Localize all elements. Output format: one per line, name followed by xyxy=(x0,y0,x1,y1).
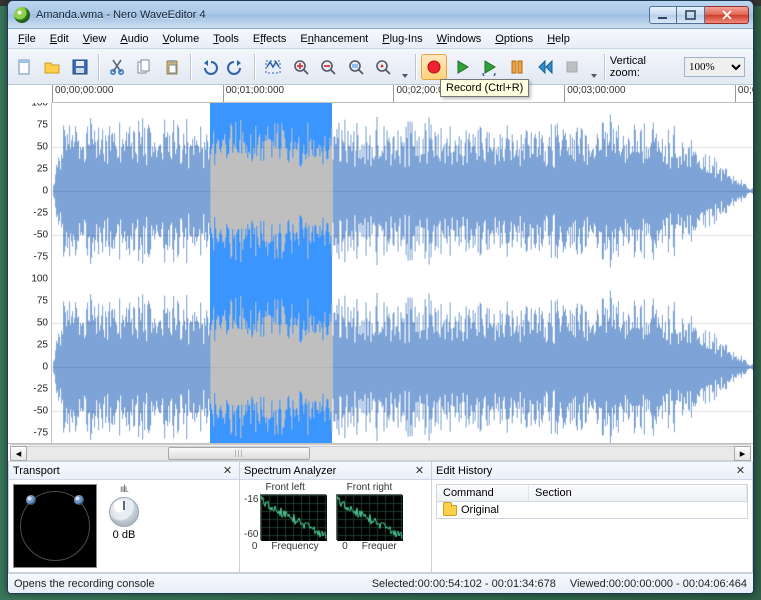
toolbar: Vertical zoom:100%Record (Ctrl+R) xyxy=(8,49,753,85)
pan-right-dot[interactable] xyxy=(74,495,84,505)
menu-file[interactable]: File xyxy=(12,31,42,47)
menu-audio[interactable]: Audio xyxy=(114,31,154,47)
zoom-label: Vertical zoom: xyxy=(610,55,678,79)
folder-icon xyxy=(443,505,457,516)
level-icon: ıılı. xyxy=(120,484,128,495)
panel-close-button[interactable]: ✕ xyxy=(412,463,427,478)
open-button[interactable] xyxy=(40,54,66,80)
window-title: Amanda.wma - Nero WaveEditor 4 xyxy=(36,9,649,21)
select-all-button[interactable] xyxy=(260,54,286,80)
tooltip-record: Record (Ctrl+R) xyxy=(440,79,529,97)
menu-volume[interactable]: Volume xyxy=(157,31,206,47)
zoom-full-dropdown[interactable] xyxy=(398,54,410,80)
time-ruler[interactable]: 00;00;00:00000;01;00:00000;02;00:00000;0… xyxy=(52,85,753,103)
menu-view[interactable]: View xyxy=(77,31,113,47)
col-section[interactable]: Section xyxy=(529,485,747,501)
close-button[interactable] xyxy=(705,6,749,24)
stop-dropdown[interactable] xyxy=(587,54,599,80)
zoom-in-button[interactable] xyxy=(288,54,314,80)
status-selected: Selected:00:00:54:102 - 00:01:34:678 xyxy=(372,578,556,590)
time-tick: 00;04;0 xyxy=(735,85,754,102)
history-row[interactable]: Original xyxy=(437,502,747,518)
time-tick: 00;00;00:000 xyxy=(52,85,113,102)
gain-label: 0 dB xyxy=(113,529,136,541)
menu-tools[interactable]: Tools xyxy=(207,31,245,47)
pan-left-dot[interactable] xyxy=(26,495,36,505)
status-hint: Opens the recording console xyxy=(14,578,155,590)
play-loop-button[interactable] xyxy=(476,54,502,80)
title-file: Amanda.wma xyxy=(36,9,103,21)
new-button[interactable] xyxy=(12,54,38,80)
menu-effects[interactable]: Effects xyxy=(247,31,292,47)
paste-button[interactable] xyxy=(159,54,185,80)
bottom-panels: Transport ✕ ıılı. 0 dB Spectrum Analyzer xyxy=(8,461,753,573)
titlebar[interactable]: Amanda.wma - Nero WaveEditor 4 xyxy=(8,1,753,29)
workarea: 00;00;00:00000;01;00:00000;02;00:00000;0… xyxy=(8,85,753,461)
app-icon xyxy=(14,7,30,23)
redo-button[interactable] xyxy=(223,54,249,80)
status-viewed: Viewed:00:00:00:000 - 00:04:06:464 xyxy=(570,578,747,590)
panel-spectrum: Spectrum Analyzer ✕ Front left -16 -60 0 xyxy=(240,462,432,573)
menu-options[interactable]: Options xyxy=(489,31,539,47)
menu-windows[interactable]: Windows xyxy=(431,31,488,47)
scroll-thumb[interactable] xyxy=(168,447,309,460)
zoom-full-button[interactable] xyxy=(371,54,397,80)
title-app: Nero WaveEditor 4 xyxy=(113,9,206,21)
panel-title: Spectrum Analyzer xyxy=(244,465,412,477)
scroll-left-button[interactable]: ◂ xyxy=(10,446,27,461)
menubar[interactable]: FileEditViewAudioVolumeToolsEffectsEnhan… xyxy=(8,29,753,49)
app-window: Amanda.wma - Nero WaveEditor 4 FileEditV… xyxy=(7,0,754,594)
spectrum-plot-left xyxy=(260,494,326,540)
menu-enhancement[interactable]: Enhancement xyxy=(294,31,374,47)
panel-edit-history: Edit History ✕ Command Section Original xyxy=(432,462,753,573)
panel-title: Transport xyxy=(13,465,220,477)
scroll-track[interactable] xyxy=(27,446,734,461)
gain-knob[interactable] xyxy=(109,497,139,527)
statusbar: Opens the recording console Selected:00:… xyxy=(8,573,753,593)
panel-close-button[interactable]: ✕ xyxy=(220,463,235,478)
col-command[interactable]: Command xyxy=(437,485,529,501)
scroll-right-button[interactable]: ▸ xyxy=(734,446,751,461)
panel-transport: Transport ✕ ıılı. 0 dB xyxy=(8,462,240,573)
save-button[interactable] xyxy=(67,54,93,80)
cut-button[interactable] xyxy=(104,54,130,80)
play-button[interactable] xyxy=(449,54,475,80)
menu-plug-ins[interactable]: Plug-Ins xyxy=(376,31,428,47)
spectrum-left-label: Front left xyxy=(265,482,304,493)
zoom-select[interactable]: 100% xyxy=(684,57,745,77)
horizontal-scrollbar[interactable]: ◂ ▸ xyxy=(10,444,751,461)
vertical-zoom-control: Vertical zoom: 100% xyxy=(610,55,749,79)
panel-title: Edit History xyxy=(436,465,733,477)
time-tick: 00;03;00:000 xyxy=(564,85,625,102)
amplitude-gutter: 1007550250-25-50-751007550250-25-50-75 xyxy=(8,103,52,443)
record-button[interactable] xyxy=(421,54,447,80)
zoom-out-button[interactable] xyxy=(315,54,341,80)
spectrum-right-label: Front right xyxy=(347,482,393,493)
time-tick: 00;01;00:000 xyxy=(223,85,284,102)
panel-close-button[interactable]: ✕ xyxy=(733,463,748,478)
minimize-button[interactable] xyxy=(649,6,677,24)
rewind-button[interactable] xyxy=(532,54,558,80)
window-buttons xyxy=(649,6,749,24)
menu-edit[interactable]: Edit xyxy=(44,31,75,47)
history-command: Original xyxy=(461,504,499,516)
maximize-button[interactable] xyxy=(677,6,705,24)
pause-button[interactable] xyxy=(504,54,530,80)
history-header[interactable]: Command Section xyxy=(437,485,747,502)
waveform-view[interactable]: 1007550250-25-50-751007550250-25-50-75 xyxy=(8,103,753,444)
undo-button[interactable] xyxy=(196,54,222,80)
stop-button[interactable] xyxy=(559,54,585,80)
pan-xy-pad[interactable] xyxy=(13,484,97,568)
copy-button[interactable] xyxy=(132,54,158,80)
spectrum-plot-right xyxy=(336,494,402,540)
menu-help[interactable]: Help xyxy=(541,31,576,47)
history-table[interactable]: Command Section Original xyxy=(436,484,748,519)
zoom-sel-button[interactable] xyxy=(343,54,369,80)
